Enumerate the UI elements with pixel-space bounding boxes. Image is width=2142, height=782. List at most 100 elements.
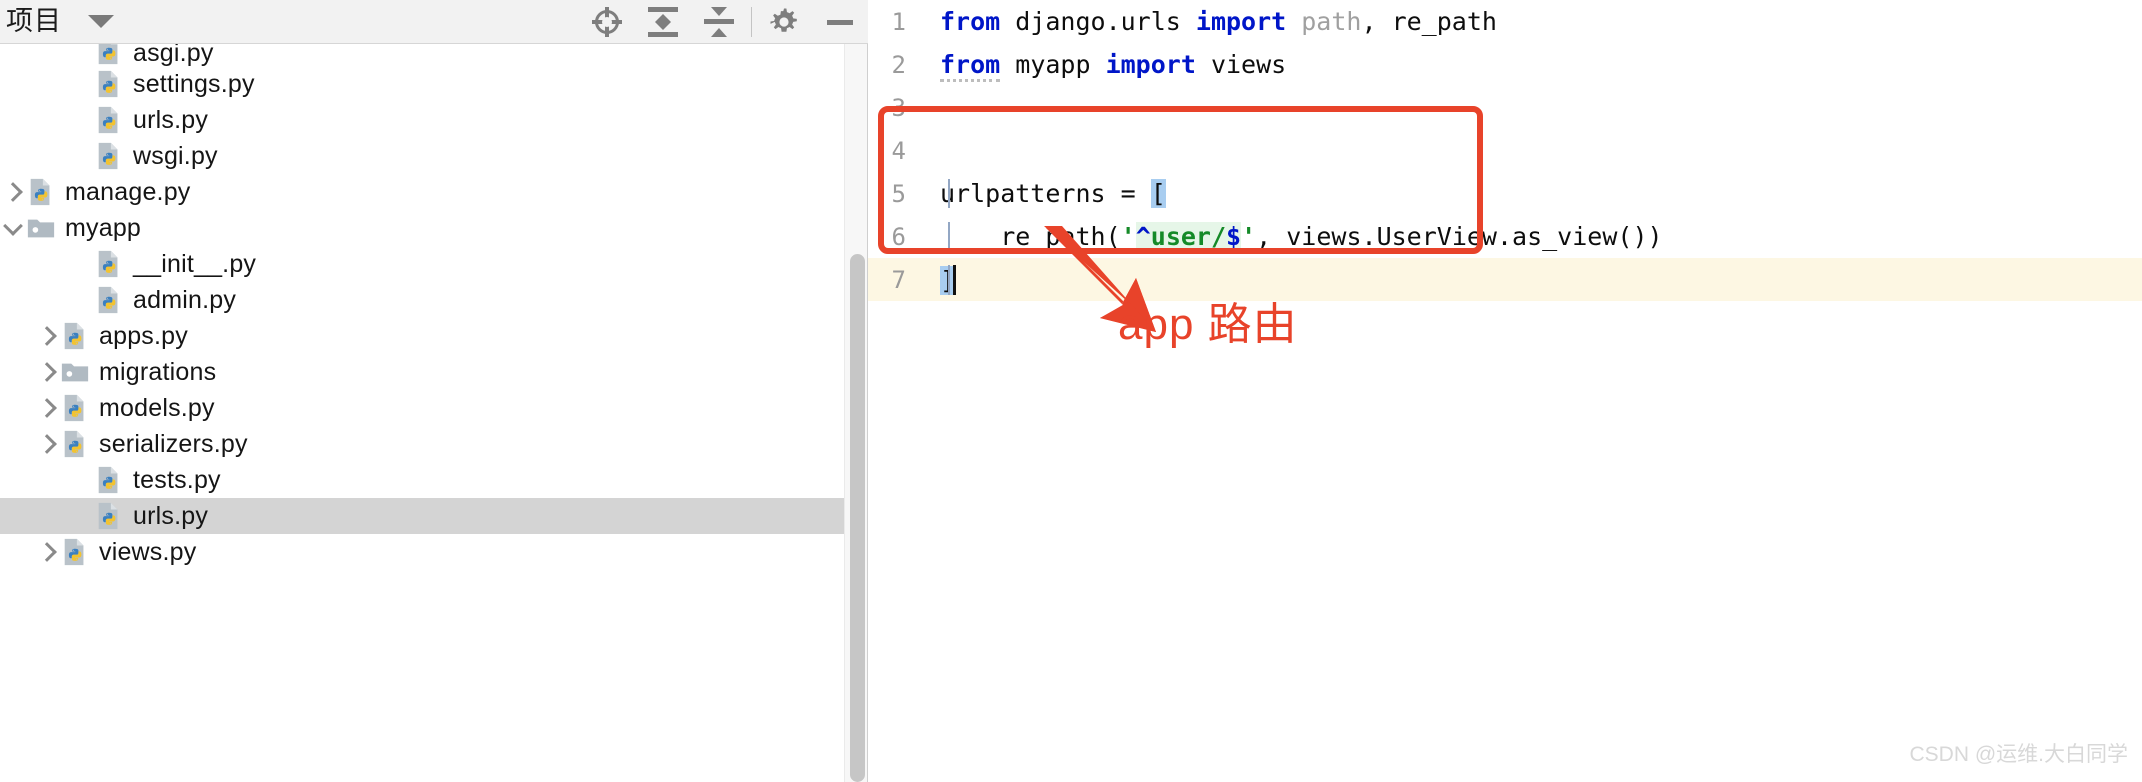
tree-item-label: asgi.py bbox=[133, 44, 214, 67]
project-panel-toolbar bbox=[579, 0, 868, 44]
tree-row[interactable]: urls.py bbox=[0, 102, 844, 138]
chevron-expanded-icon[interactable] bbox=[2, 216, 26, 236]
tree-row[interactable]: manage.py bbox=[0, 174, 844, 210]
python-file-icon bbox=[98, 502, 118, 530]
code-line-text[interactable]: urlpatterns = [ bbox=[922, 179, 2142, 208]
indent-guide bbox=[948, 179, 950, 208]
chevron-glyph bbox=[36, 326, 57, 346]
python-file-icon bbox=[98, 250, 118, 278]
open-bracket: [ bbox=[1150, 179, 1166, 208]
tree-row-selected[interactable]: urls.py bbox=[0, 498, 844, 534]
module-path: django.urls bbox=[1000, 7, 1196, 36]
chevron-glyph bbox=[36, 542, 57, 562]
line-number: 1 bbox=[891, 7, 906, 36]
tree-row[interactable]: asgi.py bbox=[0, 44, 844, 66]
tree-row[interactable]: wsgi.py bbox=[0, 138, 844, 174]
chevron-glyph bbox=[36, 434, 57, 454]
tree-row[interactable]: admin.py bbox=[0, 282, 844, 318]
unused-import-path: path bbox=[1286, 7, 1362, 36]
keyword-from: from bbox=[940, 50, 1001, 82]
project-panel-title: 项目 bbox=[6, 6, 62, 36]
expand-all-button[interactable] bbox=[635, 0, 691, 44]
project-file-tree[interactable]: asgi.py settings.py urls.py wsgi.py manage.p… bbox=[0, 44, 844, 782]
tree-row[interactable]: migrations bbox=[0, 354, 844, 390]
gear-icon bbox=[770, 8, 797, 32]
tree-item-label: views.py bbox=[99, 537, 197, 566]
python-file-icon bbox=[64, 538, 84, 566]
settings-button[interactable] bbox=[756, 0, 812, 44]
tree-row[interactable]: __init__.py bbox=[0, 246, 844, 282]
code-line-current: 7 ] bbox=[868, 258, 2142, 301]
chevron-down-icon[interactable] bbox=[88, 15, 114, 28]
import-re-path: re_path bbox=[1391, 7, 1497, 36]
python-file-icon bbox=[64, 322, 84, 350]
line-number: 2 bbox=[891, 50, 906, 79]
tree-row[interactable]: tests.py bbox=[0, 462, 844, 498]
tree-row[interactable]: apps.py bbox=[0, 318, 844, 354]
chevron-collapsed-icon[interactable] bbox=[36, 542, 60, 562]
module-name: myapp bbox=[1000, 50, 1106, 79]
python-file-icon bbox=[98, 106, 118, 134]
collapse-all-button[interactable] bbox=[691, 0, 747, 44]
tree-item-label: apps.py bbox=[99, 321, 188, 350]
tree-item-label: models.py bbox=[99, 393, 215, 422]
tree-row[interactable]: serializers.py bbox=[0, 426, 844, 462]
code-line: 5 urlpatterns = [ bbox=[868, 172, 2142, 215]
chevron-glyph bbox=[2, 216, 23, 236]
tree-row[interactable]: myapp bbox=[0, 210, 844, 246]
collapse-all-icon bbox=[703, 6, 735, 38]
tree-item-label: urls.py bbox=[133, 105, 209, 134]
python-file-icon bbox=[30, 178, 50, 206]
code-line: 1 from django.urls import path, re_path bbox=[868, 0, 2142, 43]
python-file-icon bbox=[98, 466, 118, 494]
chevron-collapsed-icon[interactable] bbox=[36, 434, 60, 454]
tree-item-label: __init__.py bbox=[133, 249, 257, 278]
code-line-text[interactable]: re_path('^user/$', views.UserView.as_vie… bbox=[922, 222, 2142, 251]
tree-item-label: migrations bbox=[99, 357, 217, 386]
quote-close: ' bbox=[1241, 222, 1257, 251]
python-file-icon bbox=[64, 430, 84, 458]
scrollbar-thumb[interactable] bbox=[850, 254, 865, 782]
python-file-icon bbox=[98, 142, 118, 170]
code-line-text[interactable]: from django.urls import path, re_path bbox=[922, 7, 2142, 36]
python-file-icon bbox=[64, 394, 84, 422]
regex-dollar: $ bbox=[1226, 222, 1242, 251]
python-file-icon bbox=[98, 286, 118, 314]
python-file-icon bbox=[98, 70, 118, 98]
tree-row[interactable]: settings.py bbox=[0, 66, 844, 102]
quote-open: ' bbox=[1120, 222, 1136, 251]
tree-item-label: tests.py bbox=[133, 465, 221, 494]
hide-panel-button[interactable] bbox=[812, 0, 868, 44]
indent-guide bbox=[948, 264, 950, 295]
code-line: 2 from myapp import views bbox=[868, 43, 2142, 86]
text-caret bbox=[953, 264, 957, 295]
watermark: CSDN @运维.大白同学 bbox=[1909, 743, 2129, 766]
chevron-collapsed-icon[interactable] bbox=[2, 182, 26, 202]
code-editor[interactable]: 1 from django.urls import path, re_path … bbox=[868, 0, 2142, 782]
project-tree-scrollbar[interactable] bbox=[844, 44, 868, 782]
tree-row[interactable]: views.py bbox=[0, 534, 844, 570]
code-line-text[interactable]: from myapp import views bbox=[922, 50, 2142, 82]
code-line: 6 re_path('^user/$', views.UserView.as_v… bbox=[868, 215, 2142, 258]
minimize-icon bbox=[827, 19, 853, 25]
code-line: 3 bbox=[868, 86, 2142, 129]
chevron-collapsed-icon[interactable] bbox=[36, 362, 60, 382]
expand-all-icon bbox=[647, 6, 679, 38]
keyword-import: import bbox=[1195, 7, 1287, 36]
toolbar-separator bbox=[751, 7, 752, 37]
tree-row[interactable]: models.py bbox=[0, 390, 844, 426]
tree-item-label: myapp bbox=[65, 213, 142, 242]
line-number: 3 bbox=[891, 93, 906, 122]
code-content: 1 from django.urls import path, re_path … bbox=[868, 0, 2142, 782]
code-line-text[interactable]: ] bbox=[922, 264, 2142, 295]
regex-body: user/ bbox=[1150, 222, 1227, 251]
chevron-collapsed-icon[interactable] bbox=[36, 326, 60, 346]
tree-item-label: manage.py bbox=[65, 177, 191, 206]
keyword-from: from bbox=[940, 7, 1001, 36]
urlpatterns-assignment: urlpatterns = bbox=[940, 179, 1151, 208]
comma: , bbox=[1361, 7, 1392, 36]
chevron-collapsed-icon[interactable] bbox=[36, 398, 60, 418]
python-file-icon bbox=[98, 44, 118, 65]
line-number: 7 bbox=[891, 265, 906, 294]
locate-file-button[interactable] bbox=[579, 0, 635, 44]
